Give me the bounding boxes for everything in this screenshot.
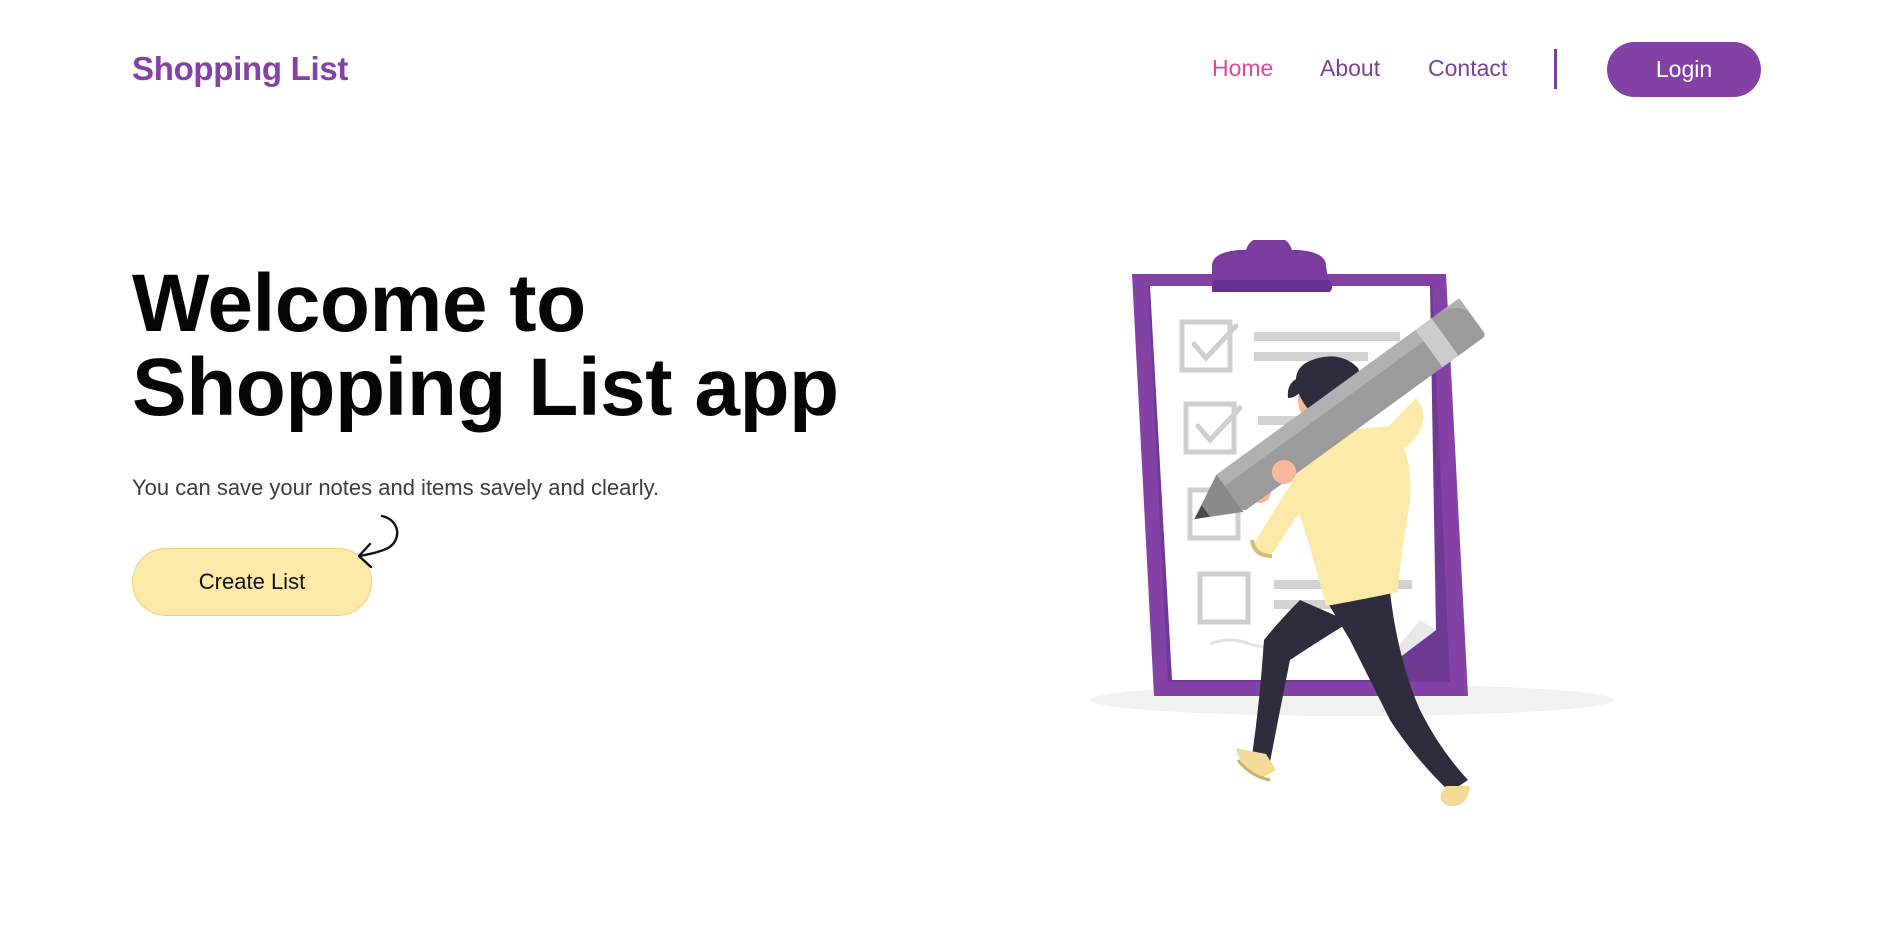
hero-title: Welcome to Shopping List app	[132, 262, 839, 430]
hero-subtitle: You can save your notes and items savely…	[132, 475, 660, 500]
nav-divider	[1554, 49, 1557, 89]
create-list-button[interactable]: Create List	[132, 548, 372, 616]
curved-arrow-icon	[357, 514, 399, 569]
nav-contact-link[interactable]: Contact	[1428, 55, 1507, 82]
login-button[interactable]: Login	[1607, 42, 1761, 97]
clipboard-checklist-person-illustration	[1090, 240, 1614, 807]
hero-title-line-1: Welcome to	[132, 258, 586, 349]
site-header: Shopping List Home About Contact Login	[0, 0, 1897, 140]
nav-about-link[interactable]: About	[1320, 55, 1380, 82]
hero-title-line-2: Shopping List app	[132, 342, 839, 433]
nav-home-link[interactable]: Home	[1212, 55, 1273, 82]
brand-logo[interactable]: Shopping List	[132, 50, 348, 88]
